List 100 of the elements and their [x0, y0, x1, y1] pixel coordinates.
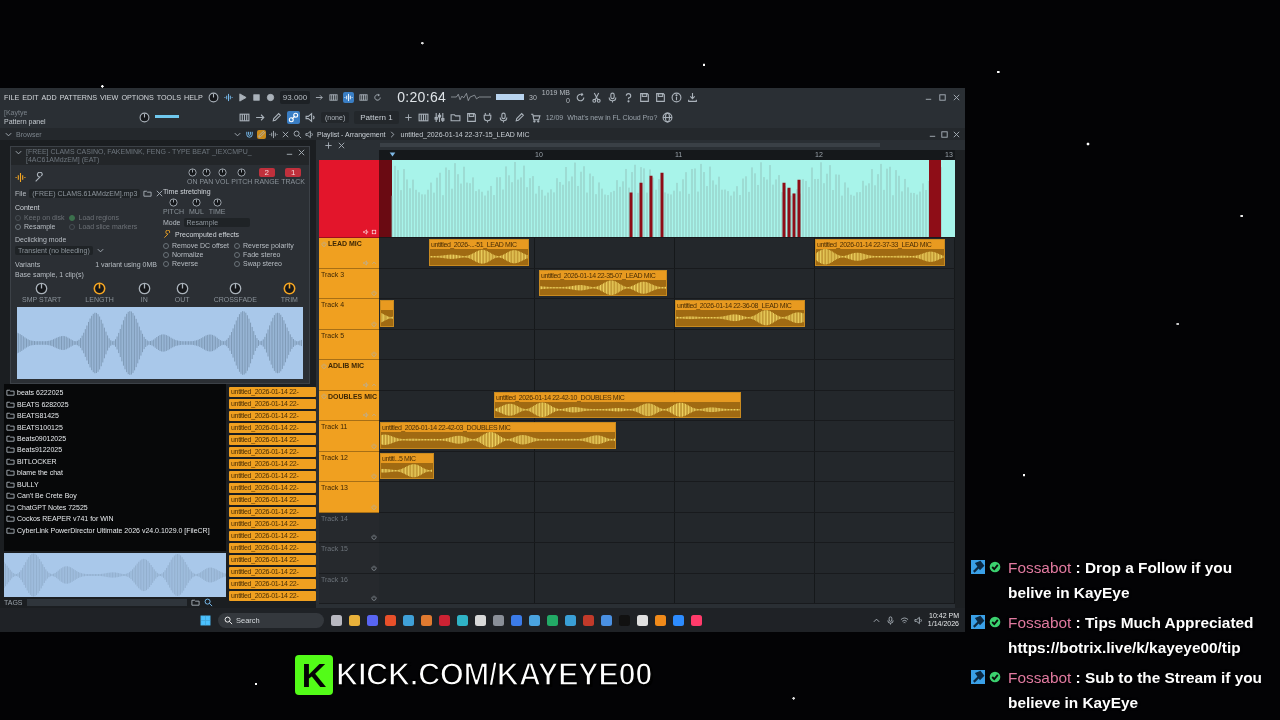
chat-message: Fossabot : Drop a Follow if you belive in KayEye: [1008, 558, 1234, 603]
mixer-icon[interactable]: [433, 111, 445, 123]
knob-icon[interactable]: [35, 282, 49, 295]
search-icon[interactable]: [293, 129, 302, 139]
app-icon[interactable]: [475, 614, 486, 626]
range-value[interactable]: 2: [258, 168, 276, 177]
mic-icon[interactable]: [497, 111, 509, 123]
speaker-icon[interactable]: [305, 111, 316, 123]
piano-icon[interactable]: [359, 92, 369, 102]
knob-icon[interactable]: [191, 198, 201, 207]
pattern-selector[interactable]: Pattern 1: [354, 110, 399, 124]
audio-clip[interactable]: [380, 300, 394, 327]
folder-icon[interactable]: [143, 189, 153, 198]
wifi-icon[interactable]: [899, 615, 909, 625]
app-icon[interactable]: [601, 614, 612, 626]
play-icon[interactable]: [237, 92, 247, 102]
folder-icon[interactable]: [449, 111, 461, 123]
stop-icon[interactable]: [251, 92, 261, 102]
knob-icon[interactable]: [237, 168, 247, 177]
refresh-icon[interactable]: [373, 92, 383, 102]
pencil-icon[interactable]: [271, 111, 282, 123]
knob-icon[interactable]: [137, 282, 151, 295]
piano-icon[interactable]: [239, 111, 250, 123]
knob-icon[interactable]: [282, 282, 296, 295]
slider-drawing[interactable]: [155, 115, 179, 119]
app-icon[interactable]: [331, 614, 342, 626]
verified-badge-icon: [988, 670, 1002, 684]
globe-icon[interactable]: [662, 111, 674, 123]
refresh-icon[interactable]: [574, 91, 586, 103]
close-icon[interactable]: [337, 140, 346, 150]
save-icon[interactable]: [654, 91, 666, 103]
wave-icon[interactable]: [15, 171, 26, 183]
moderator-badge-icon: [971, 615, 985, 629]
piano-icon[interactable]: [329, 92, 339, 102]
knob-icon[interactable]: [217, 168, 227, 177]
knob-icon[interactable]: [187, 168, 197, 177]
mic-icon[interactable]: [885, 615, 895, 625]
plus-icon[interactable]: [403, 112, 413, 122]
arrow-icon[interactable]: [255, 111, 266, 123]
save-icon[interactable]: [638, 91, 650, 103]
scissors-icon[interactable]: [590, 91, 602, 103]
info-icon[interactable]: [670, 91, 682, 103]
record-icon[interactable]: [265, 92, 275, 102]
chevron-down-icon[interactable]: [95, 246, 105, 255]
link-toggle-button[interactable]: [287, 110, 300, 124]
knob-icon[interactable]: [169, 198, 178, 207]
chevron-right-icon[interactable]: [388, 129, 398, 139]
close-icon[interactable]: [155, 189, 165, 198]
arrow-icon[interactable]: [315, 92, 325, 102]
magnet-icon[interactable]: [245, 129, 254, 139]
close-icon[interactable]: [952, 129, 961, 139]
close-icon[interactable]: [297, 148, 306, 157]
tags-field[interactable]: [26, 599, 187, 606]
knob-icon[interactable]: [212, 198, 222, 207]
app-icon[interactable]: [655, 614, 666, 626]
knob-icon[interactable]: [201, 168, 211, 177]
app-icon[interactable]: [547, 614, 558, 626]
moderator-badge-icon: [971, 560, 985, 574]
app-icon[interactable]: [493, 614, 504, 626]
track-value[interactable]: 1: [284, 168, 302, 177]
app-icon[interactable]: [565, 614, 576, 626]
knob-icon[interactable]: [139, 111, 150, 123]
pencil-icon[interactable]: [513, 111, 525, 123]
maximize-icon[interactable]: [938, 92, 947, 102]
app-icon[interactable]: [529, 614, 540, 626]
oscilloscope-drawing: [451, 91, 492, 103]
chat-message: Fossabot : Sub to the Stream if you believe in KayEye: [1008, 668, 1263, 713]
speaker-icon[interactable]: [913, 615, 923, 625]
piano-icon[interactable]: [417, 111, 429, 123]
waveform-toggle-button[interactable]: [343, 91, 355, 103]
knob-icon[interactable]: [207, 91, 219, 103]
plus-icon[interactable]: [324, 140, 333, 150]
windows-logo-icon[interactable]: [200, 614, 211, 626]
search-icon[interactable]: [203, 598, 213, 607]
app-icon[interactable]: [403, 614, 414, 626]
app-icon[interactable]: [421, 614, 432, 626]
pencil-toggle-button[interactable]: [257, 129, 266, 139]
playhead-icon[interactable]: [389, 151, 396, 158]
save-icon[interactable]: [465, 111, 477, 123]
scrollbar[interactable]: [955, 150, 965, 608]
tempo-display[interactable]: 93.000: [279, 90, 311, 104]
app-icon[interactable]: [637, 614, 648, 626]
close-icon[interactable]: [281, 129, 290, 139]
wave-icon[interactable]: [269, 129, 278, 139]
speaker-icon[interactable]: [305, 129, 314, 139]
knob-icon[interactable]: [228, 282, 242, 295]
mic-icon[interactable]: [606, 91, 618, 103]
close-icon[interactable]: [952, 92, 961, 102]
folder-icon[interactable]: [190, 598, 200, 607]
knob-icon[interactable]: [175, 282, 189, 295]
download-icon[interactable]: [686, 91, 698, 103]
cart-icon[interactable]: [529, 111, 541, 123]
knob-icon[interactable]: [93, 282, 107, 295]
wrench-icon[interactable]: [163, 230, 172, 239]
maximize-icon[interactable]: [940, 129, 949, 139]
wrench-icon[interactable]: [34, 171, 45, 183]
app-icon[interactable]: [457, 614, 468, 626]
wave-icon[interactable]: [223, 92, 233, 102]
plug-icon[interactable]: [481, 111, 493, 123]
app-icon[interactable]: [349, 614, 360, 626]
